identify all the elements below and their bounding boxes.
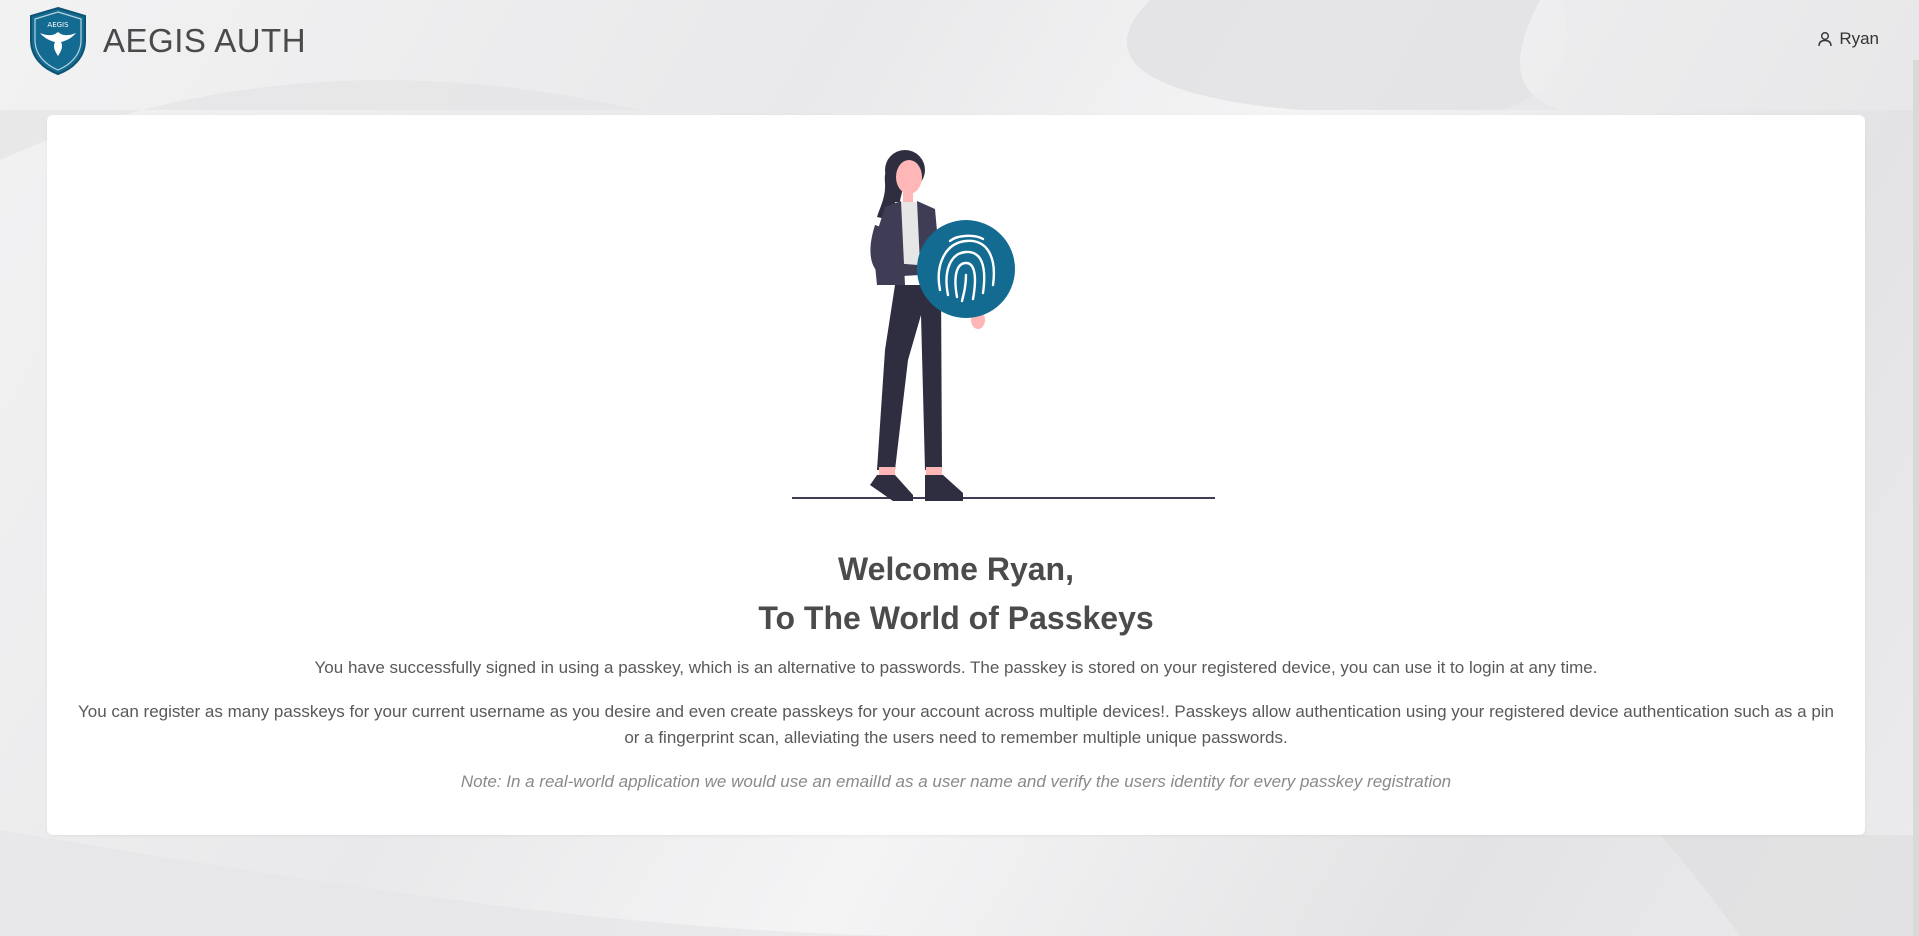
welcome-heading: Welcome Ryan, To The World of Passkeys bbox=[47, 545, 1865, 643]
woman-holding-fingerprint-illustration bbox=[792, 150, 1215, 501]
scrollbar[interactable] bbox=[1913, 60, 1919, 936]
user-name: Ryan bbox=[1839, 29, 1879, 48]
eagle-shield-logo-icon: AEGIS bbox=[30, 6, 86, 76]
brand-name: AEGIS AUTH bbox=[103, 22, 307, 59]
welcome-card: Welcome Ryan, To The World of Passkeys Y… bbox=[47, 115, 1865, 835]
user-menu[interactable]: Ryan bbox=[1817, 29, 1879, 49]
welcome-line-2: To The World of Passkeys bbox=[758, 600, 1154, 636]
brand[interactable]: AEGIS AEGIS AUTH bbox=[27, 6, 306, 76]
top-bar: AEGIS AEGIS AUTH Ryan bbox=[0, 0, 1919, 80]
welcome-line-1: Welcome Ryan, bbox=[838, 551, 1074, 587]
intro-paragraph: You have successfully signed in using a … bbox=[314, 658, 1598, 677]
svg-text:AEGIS: AEGIS bbox=[47, 21, 69, 29]
passkeys-paragraph: You can register as many passkeys for yo… bbox=[77, 702, 1835, 747]
user-icon bbox=[1818, 32, 1833, 47]
note-text: Note: In a real-world application we wou… bbox=[460, 772, 1452, 791]
